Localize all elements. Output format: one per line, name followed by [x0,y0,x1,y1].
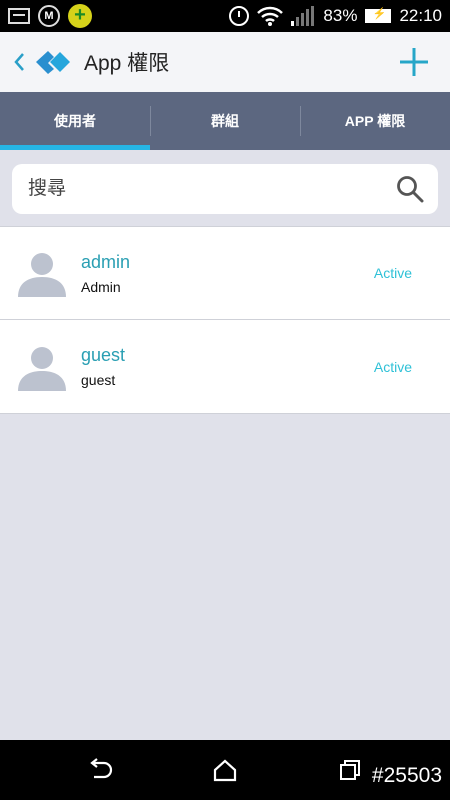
home-icon[interactable] [212,758,238,782]
battery-charging-icon [365,7,392,23]
notification-screenshot-icon [8,8,30,24]
user-role: Admin [81,278,121,295]
app-logo-icon [36,51,70,74]
status-badge: Active [373,265,412,281]
notification-plus-icon: + [68,4,92,28]
status-badge: Active [373,358,412,375]
user-list: admin Admin Active guest guest Active [0,226,450,414]
battery-percent: 83% [323,6,358,25]
user-avatar-icon [18,346,66,391]
tab-users-label: 使用者 [54,113,96,129]
status-bar-system: 83% 22:10 [229,5,442,27]
add-plus-icon[interactable] [398,46,430,78]
tab-bar: 使用者 群組 APP 權限 [0,92,450,150]
status-bar: M + 83% 22:10 [0,0,450,32]
notification-app-icon: M [38,5,60,27]
system-nav-bar: #25503 [0,740,450,800]
status-bar-notifications: M + [8,4,92,28]
alarm-icon [229,6,250,26]
tab-app-permissions[interactable]: APP 權限 [300,92,450,150]
search-icon[interactable] [396,175,424,203]
watermark-text: #25503 [371,764,442,787]
back-arrow-icon[interactable] [88,758,114,782]
user-avatar-icon [18,253,66,297]
user-name: guest [81,345,126,365]
app-bar: App 權限 [0,32,450,92]
list-item-guest[interactable]: guest guest Active [0,320,450,414]
search-bar [12,164,438,214]
back-chevron-icon[interactable] [8,47,30,77]
recent-apps-icon[interactable] [338,758,364,782]
tab-groups[interactable]: 群組 [150,92,300,150]
tab-users[interactable]: 使用者 [0,92,150,150]
list-item-admin[interactable]: admin Admin Active [0,226,450,320]
tab-app-permissions-label: APP 權限 [344,113,406,129]
signal-icon [291,6,315,26]
user-name: admin [81,251,131,272]
search-input[interactable] [26,177,396,201]
page-title: App 權限 [84,52,170,75]
wifi-icon [257,6,284,26]
clock-time: 22:10 [399,6,442,25]
tab-groups-label: 群組 [211,113,239,129]
user-role: guest [81,372,116,388]
